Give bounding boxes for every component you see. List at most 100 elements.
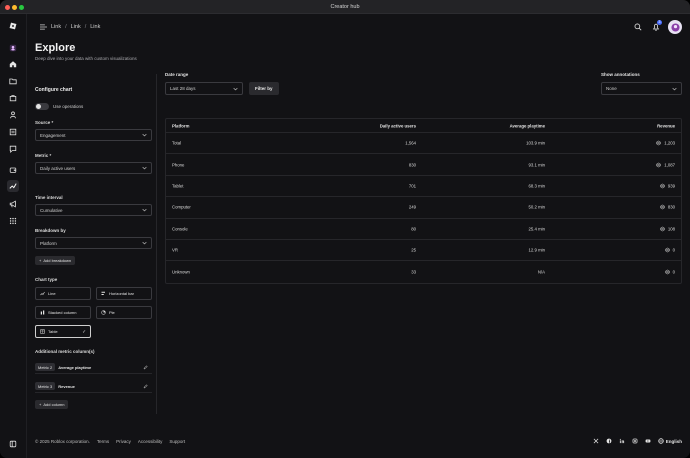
playtime-cell: N/A — [537, 269, 545, 275]
edit-icon[interactable] — [143, 384, 148, 389]
footer-link-accessibility[interactable]: Accessibility — [138, 439, 163, 444]
metric-name: Revenue — [58, 383, 75, 389]
facebook-icon[interactable] — [606, 438, 612, 444]
dau-cell: 80 — [411, 226, 416, 232]
breakdown-label: Breakdown by — [35, 228, 66, 233]
footer-link-terms[interactable]: Terms — [97, 439, 109, 444]
filter-by-button[interactable]: Filter by — [249, 82, 279, 95]
annotations-select[interactable]: None — [601, 82, 682, 95]
column-header-playtime[interactable]: Average playtime — [510, 123, 545, 128]
breadcrumb-link-1[interactable]: Link — [51, 24, 61, 30]
top-actions: 3 — [632, 20, 682, 34]
source-select[interactable]: Engagement — [35, 129, 152, 141]
search-icon — [634, 23, 642, 31]
column-header-platform[interactable]: Platform — [172, 123, 189, 128]
breadcrumb: Link / Link / Link — [40, 24, 100, 30]
megaphone-icon[interactable] — [7, 198, 19, 210]
edit-icon[interactable] — [143, 365, 148, 370]
column-header-revenue[interactable]: Revenue — [657, 123, 675, 128]
revenue-cell: 939 — [667, 183, 675, 189]
x-icon[interactable] — [593, 438, 599, 444]
breadcrumb-link-3[interactable]: Link — [90, 24, 100, 30]
breakdown-select[interactable]: Platform — [35, 237, 152, 249]
revenue-cell: 1,203 — [664, 140, 675, 146]
robux-icon — [656, 162, 661, 167]
chart-type-table-button[interactable]: Table ✓ — [35, 325, 91, 338]
chevron-down-icon — [233, 87, 238, 90]
platform-cell: Unknown — [172, 269, 190, 275]
table-icon — [40, 329, 45, 334]
folder-icon[interactable] — [7, 75, 19, 87]
navigation-rail — [0, 14, 27, 458]
linkedin-icon[interactable] — [619, 438, 625, 444]
home-icon[interactable] — [7, 58, 19, 70]
robux-icon — [665, 247, 670, 253]
column-header-dau[interactable]: Daily active users — [380, 123, 416, 128]
breadcrumb-link-2[interactable]: Link — [71, 24, 81, 30]
metric-select[interactable]: Daily active users — [35, 162, 152, 174]
list-icon[interactable] — [7, 126, 19, 138]
add-column-button[interactable]: + Add column — [35, 400, 69, 409]
metric-name: Average playtime — [58, 364, 92, 370]
additional-metrics-label: Additional metric column(s) — [35, 349, 95, 354]
notifications-button[interactable]: 3 — [650, 20, 662, 33]
pie-chart-icon — [101, 310, 106, 315]
panel-divider — [156, 74, 157, 414]
revenue-cell: 0 — [672, 269, 675, 275]
globe-icon — [658, 438, 664, 444]
chevron-down-icon — [672, 87, 677, 90]
copyright-text: © 2025 Roblox corporation. — [35, 439, 90, 444]
revenue-cell: 0 — [672, 247, 675, 253]
apps-grid-icon[interactable] — [7, 215, 19, 227]
store-icon[interactable] — [7, 92, 19, 104]
configure-chart-heading: Configure chart — [35, 87, 73, 93]
stacked-column-icon — [40, 310, 45, 315]
chevron-down-icon — [142, 166, 147, 170]
youtube-icon[interactable] — [645, 438, 651, 444]
time-interval-select[interactable]: Cumulative — [35, 204, 152, 216]
chart-type-line-label: Line — [48, 291, 56, 296]
metric-tag: Metric 2 — [35, 363, 56, 371]
menu-toggle-icon[interactable] — [40, 24, 47, 30]
chart-type-line-button[interactable]: Line — [35, 287, 91, 300]
chat-icon[interactable] — [7, 143, 19, 155]
table-row: Phone 830 93.1 min 1,087 — [166, 154, 681, 176]
add-breakdown-button[interactable]: + Add breakdown — [35, 256, 76, 265]
table-row: Tablet 701 68.3 min 939 — [166, 176, 681, 198]
window-title: Creator hub — [330, 3, 360, 10]
chart-type-pie-button[interactable]: Pie — [96, 306, 152, 319]
language-selector[interactable]: English — [658, 438, 682, 444]
avatar[interactable] — [668, 20, 682, 34]
footer-links: © 2025 Roblox corporation. Terms Privacy… — [35, 439, 185, 444]
chart-type-stacked-column-button[interactable]: Stacked column — [35, 306, 91, 319]
use-operations-toggle[interactable] — [35, 103, 49, 110]
checkmark-icon: ✓ — [82, 329, 86, 334]
person-icon[interactable] — [7, 109, 19, 121]
metric-column-row[interactable]: Metric 3 Revenue — [35, 380, 152, 393]
footer-link-support[interactable]: Support — [169, 439, 185, 444]
page-title: Explore — [35, 42, 76, 54]
add-breakdown-label: Add breakdown — [43, 258, 72, 263]
metric-label: Metric * — [35, 153, 52, 158]
chart-type-table-label: Table — [48, 329, 58, 334]
playtime-cell: 93.1 min — [528, 162, 545, 168]
analytics-icon[interactable] — [7, 180, 19, 192]
footer-link-privacy[interactable]: Privacy — [116, 439, 131, 444]
show-annotations-label: Show annotations — [601, 72, 640, 77]
collapse-sidebar-icon[interactable] — [7, 438, 19, 450]
time-interval-value: Cumulative — [40, 207, 63, 213]
metric-column-row[interactable]: Metric 2 Average playtime — [35, 361, 152, 374]
chevron-down-icon — [142, 133, 147, 137]
search-button[interactable] — [632, 21, 644, 33]
roblox-logo-icon[interactable] — [7, 20, 19, 32]
source-label: Source * — [35, 120, 54, 125]
instagram-icon[interactable] — [632, 438, 638, 444]
robux-icon — [660, 204, 665, 210]
title-bar: Creator hub — [0, 0, 690, 14]
wallet-icon[interactable] — [7, 164, 19, 176]
date-range-select[interactable]: Last 28 days — [165, 82, 243, 95]
date-range-value: Last 28 days — [170, 86, 196, 91]
avatar-icon[interactable] — [7, 42, 19, 54]
chart-type-horizontal-bar-button[interactable]: Horizontal bar — [96, 287, 152, 300]
metric-value: Daily active users — [40, 165, 76, 171]
